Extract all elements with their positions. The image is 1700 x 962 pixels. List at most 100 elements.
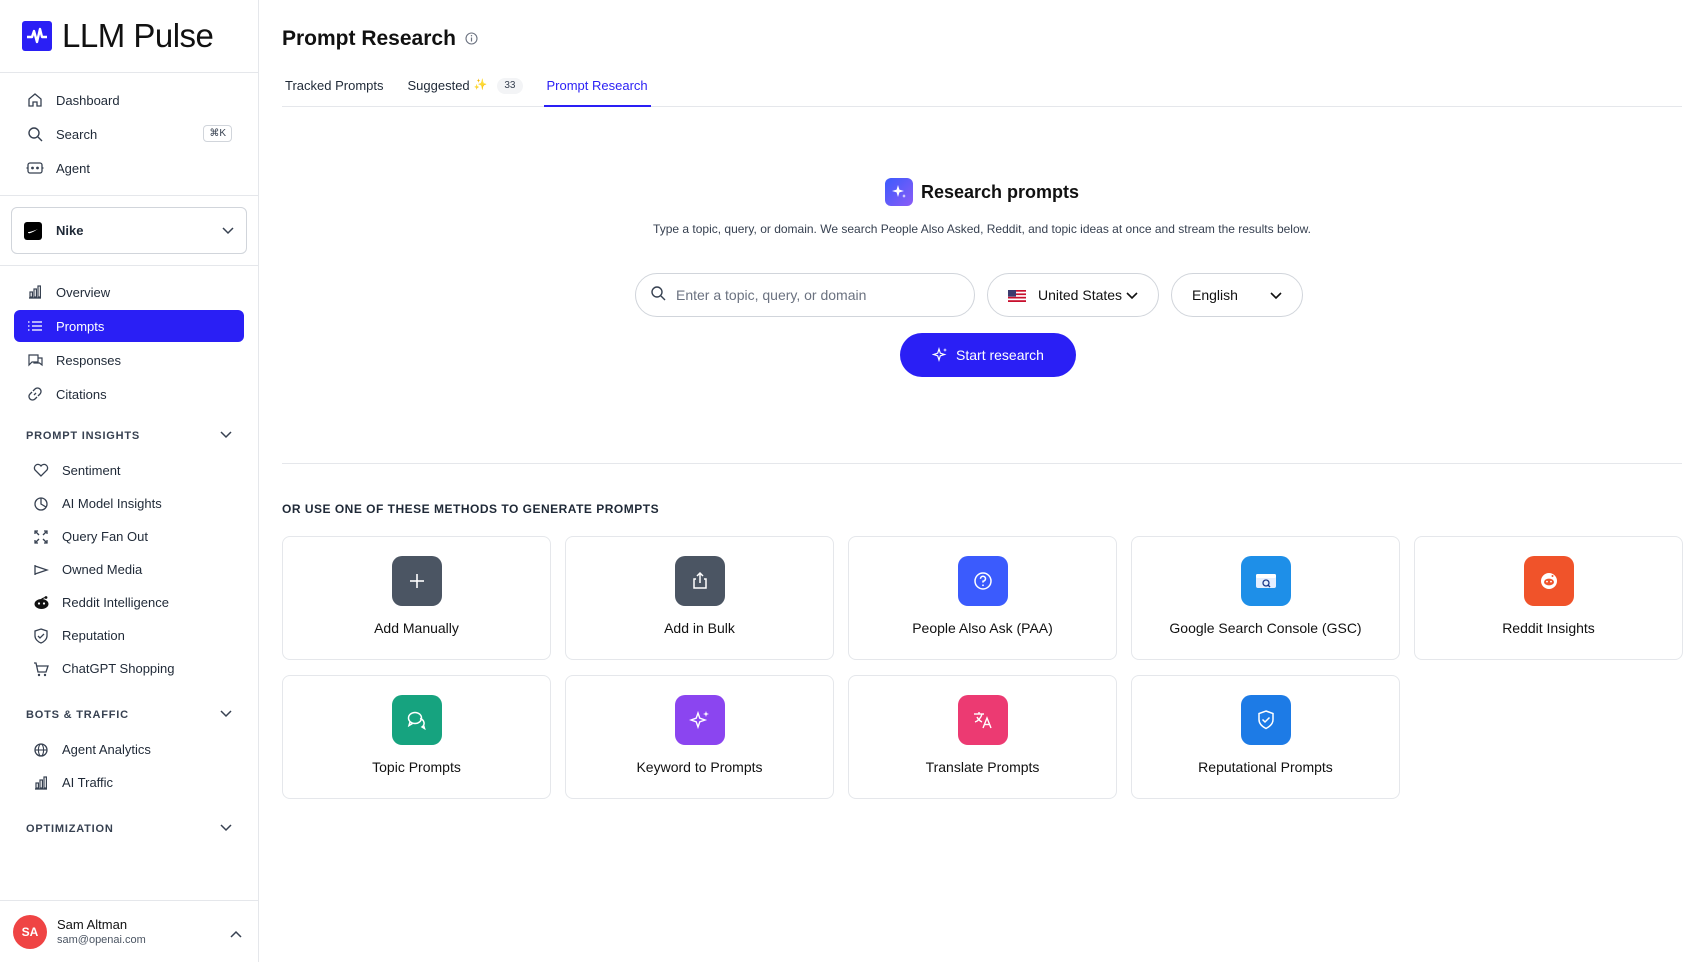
expand-icon (32, 528, 50, 546)
language-select[interactable]: English (1171, 273, 1303, 317)
pie-icon (32, 495, 50, 513)
nav-item-label: Dashboard (56, 92, 120, 108)
nav-item-chatgpt-shopping[interactable]: ChatGPT Shopping (14, 652, 244, 685)
nav-item-dashboard[interactable]: Dashboard (14, 84, 244, 116)
app-logo[interactable]: LLM Pulse (0, 0, 258, 73)
translate-icon (957, 695, 1008, 745)
nav-item-label: Prompts (56, 318, 105, 334)
method-card-reputational-prompts[interactable]: Reputational Prompts (1131, 675, 1400, 799)
nike-logo-icon (24, 221, 42, 240)
method-card-add-in-bulk[interactable]: Add in Bulk (565, 536, 834, 660)
home-icon (26, 91, 44, 109)
method-card-keyword-to-prompts[interactable]: Keyword to Prompts (565, 675, 834, 799)
tab-prompt-research[interactable]: Prompt Research (543, 72, 651, 107)
nav-item-ai-model-insights[interactable]: AI Model Insights (14, 487, 244, 520)
nav-item-query-fan-out[interactable]: Query Fan Out (14, 520, 244, 553)
method-label: Translate Prompts (925, 759, 1040, 775)
start-research-button[interactable]: Start research (900, 333, 1076, 377)
method-label: People Also Ask (PAA) (912, 620, 1053, 636)
tab-suggested[interactable]: Suggested ✨ 33 (405, 72, 526, 107)
research-description: Type a topic, query, or domain. We searc… (653, 222, 1311, 236)
country-select[interactable]: United States (987, 273, 1159, 317)
nav-item-label: Reputation (62, 628, 125, 643)
nav-item-label: AI Model Insights (62, 496, 162, 511)
topic-search-field[interactable] (635, 273, 975, 317)
sparkle-icon (884, 178, 913, 206)
method-label: Keyword to Prompts (636, 759, 763, 775)
heart-icon (32, 462, 50, 480)
section-bots-traffic[interactable]: BOTS & TRAFFIC (14, 697, 244, 733)
avatar: SA (13, 914, 47, 949)
tab-label: Suggested (407, 78, 470, 93)
start-research-label: Start research (956, 347, 1044, 363)
chevron-up-icon (230, 925, 242, 943)
info-icon[interactable] (465, 27, 478, 51)
method-card-google-search-console[interactable]: Google Search Console (GSC) (1131, 536, 1400, 660)
method-label: Reddit Insights (1502, 620, 1595, 636)
reddit-icon (1523, 556, 1574, 606)
chevron-down-icon (220, 709, 232, 721)
nav-item-sentiment[interactable]: Sentiment (14, 454, 244, 487)
us-flag-icon (1008, 289, 1026, 302)
count-badge: 33 (497, 78, 523, 94)
nav-item-citations[interactable]: Citations (14, 378, 244, 410)
research-form: United States English (635, 273, 1303, 317)
tab-label: Tracked Prompts (285, 78, 384, 93)
section-prompt-insights[interactable]: PROMPT INSIGHTS (14, 418, 244, 454)
nav-main: Overview Prompts Responses Citations PRO… (0, 266, 258, 847)
nav-item-prompts[interactable]: Prompts (14, 310, 244, 342)
user-email: sam@openai.com (57, 934, 146, 946)
tab-tracked-prompts[interactable]: Tracked Prompts (282, 72, 387, 107)
reddit-icon (32, 594, 50, 612)
search-icon (26, 125, 44, 143)
pulse-logo-icon (22, 21, 52, 51)
upload-icon (674, 556, 725, 606)
method-label: Add in Bulk (664, 620, 735, 636)
method-card-topic-prompts[interactable]: Topic Prompts (282, 675, 551, 799)
nav-item-label: Query Fan Out (62, 529, 148, 544)
method-label: Add Manually (374, 620, 459, 636)
chat-bubbles-icon (391, 695, 442, 745)
page-title: Prompt Research (282, 27, 478, 51)
sparkle-icon: ✨ (473, 79, 488, 91)
nav-item-owned-media[interactable]: Owned Media (14, 553, 244, 586)
methods-grid: Add Manually Add in Bulk People Also Ask… (282, 536, 1692, 799)
brand-switcher[interactable]: Nike (11, 207, 247, 254)
method-card-translate-prompts[interactable]: Translate Prompts (848, 675, 1117, 799)
nav-item-agent[interactable]: Agent (14, 152, 244, 184)
research-title-text: Research prompts (920, 181, 1080, 202)
megaphone-icon (32, 561, 50, 579)
plus-icon (391, 556, 442, 606)
section-optimization[interactable]: OPTIMIZATION (14, 811, 244, 847)
nav-item-reputation[interactable]: Reputation (14, 619, 244, 652)
section-title: BOTS & TRAFFIC (26, 709, 129, 721)
method-card-reddit-insights[interactable]: Reddit Insights (1414, 536, 1683, 660)
sparkle-icon (932, 347, 948, 363)
nav-item-search[interactable]: Search ⌘K (14, 118, 244, 150)
main-content: Prompt Research Tracked Prompts Suggeste… (282, 0, 1692, 962)
country-value: United States (1038, 287, 1123, 303)
user-menu[interactable]: SA Sam Altman sam@openai.com (0, 900, 258, 962)
nav-item-agent-analytics[interactable]: Agent Analytics (14, 733, 244, 766)
nav-item-ai-traffic[interactable]: AI Traffic (14, 766, 244, 799)
chevron-down-icon (1126, 287, 1138, 303)
nav-item-label: AI Traffic (62, 775, 114, 790)
bar-chart-icon (32, 774, 50, 792)
topic-search-input[interactable] (676, 287, 956, 303)
method-label: Topic Prompts (372, 759, 461, 775)
research-panel: Research prompts Type a topic, query, or… (282, 178, 1682, 238)
section-title: OPTIMIZATION (26, 823, 114, 835)
method-label: Google Search Console (GSC) (1169, 620, 1362, 636)
chevron-down-icon (222, 223, 234, 238)
method-card-add-manually[interactable]: Add Manually (282, 536, 551, 660)
cart-icon (32, 660, 50, 678)
nav-item-overview[interactable]: Overview (14, 276, 244, 308)
methods-heading: OR USE ONE OF THESE METHODS TO GENERATE … (282, 502, 660, 516)
nav-item-responses[interactable]: Responses (14, 344, 244, 376)
nav-item-reddit-intelligence[interactable]: Reddit Intelligence (14, 586, 244, 619)
nav-item-label: Agent (56, 160, 90, 176)
method-card-people-also-ask[interactable]: People Also Ask (PAA) (848, 536, 1117, 660)
link-icon (26, 385, 44, 403)
agent-icon (26, 159, 44, 177)
tab-bar: Tracked Prompts Suggested ✨ 33 Prompt Re… (282, 72, 1682, 107)
